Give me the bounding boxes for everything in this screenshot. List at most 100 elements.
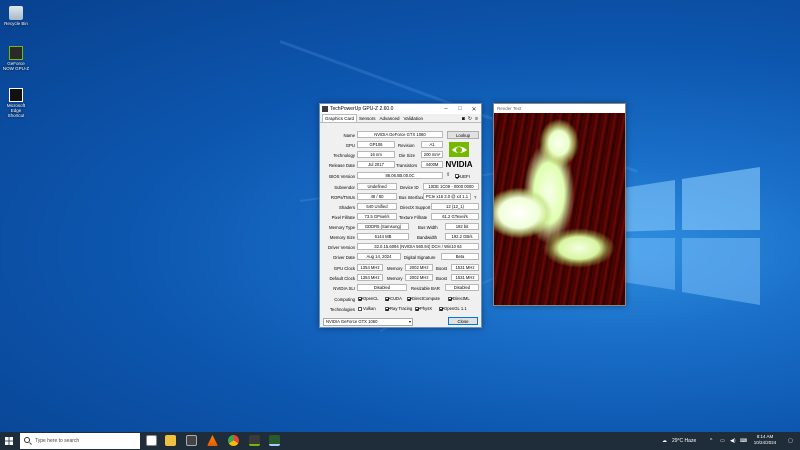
label-shaders: Shaders	[338, 204, 355, 210]
field-release: Jul 2017	[357, 161, 395, 168]
file-explorer-icon[interactable]	[165, 435, 176, 446]
row-sli: NVIDIA SLI Disabled Resizable BAR Disabl…	[323, 284, 480, 292]
label-transistors: Transistors	[396, 162, 418, 168]
lookup-button[interactable]: Lookup	[447, 131, 479, 139]
field-die-size: 200 mm²	[421, 151, 443, 158]
start-button[interactable]	[0, 432, 18, 450]
field-subvendor: Undefined	[357, 183, 397, 190]
selected-gpu: NVIDIA GeForce GTX 1060	[326, 319, 378, 324]
row-technologies: Technologies Vulkan Ray Tracing PhysX Op…	[323, 305, 480, 313]
gpuz-taskbar-icon[interactable]	[249, 435, 260, 446]
taskbar-search[interactable]: Type here to search	[20, 433, 140, 449]
checkbox-directml[interactable]: DirectML	[448, 296, 470, 301]
keyboard-icon[interactable]: ⌨	[740, 432, 747, 450]
uefi-checkbox[interactable]: UEFI	[455, 174, 470, 179]
label-texture-fillrate: Texture Fillrate	[399, 214, 428, 220]
tab-validation[interactable]: Validation	[402, 115, 425, 122]
field-sli: Disabled	[357, 284, 407, 291]
refresh-icon[interactable]: ↻	[468, 116, 472, 122]
label-name: Name	[343, 132, 355, 138]
maximize-icon[interactable]: □	[453, 106, 467, 112]
row-gpu-clock: GPU Clock 1354 MHz Memory 2002 MHz Boost…	[323, 264, 480, 272]
field-resizable-bar: Disabled	[445, 284, 479, 291]
chevron-down-icon: ▾	[408, 319, 411, 324]
row-memory-type: Memory Type GDDR5 (Samsung) Bus Width 19…	[323, 223, 480, 231]
label-bandwidth: Bandwidth	[417, 234, 438, 240]
field-transistors: 4400M	[421, 161, 443, 168]
row-memory-size: Memory Size 6144 MB Bandwidth 192.2 GB/s	[323, 233, 480, 241]
vlc-icon[interactable]	[207, 435, 218, 446]
task-view-icon[interactable]	[146, 435, 157, 446]
row-subvendor: Subvendor Undefined Device ID 10DE 1C09 …	[323, 183, 480, 191]
tray-chevron-icon[interactable]: ^	[710, 432, 712, 450]
tab-sensors[interactable]: Sensors	[357, 115, 378, 122]
field-directx: 12 (12_1)	[431, 203, 479, 210]
label-computing: Computing	[334, 296, 355, 302]
render-canvas	[494, 113, 625, 305]
share-icon[interactable]: ⇪	[446, 172, 450, 178]
label-gpu: GPU	[345, 142, 355, 148]
render-test-taskbar-icon[interactable]	[269, 435, 280, 446]
desktop-icon-label: GeForce NOW GPU-Z	[2, 61, 30, 71]
field-default-clock: 1354 MHz	[357, 274, 383, 281]
checkbox-physx[interactable]: PhysX	[415, 306, 432, 311]
uefi-label: UEFI	[460, 173, 470, 179]
render-test-window[interactable]: Render Test	[493, 103, 626, 306]
tab-advanced[interactable]: Advanced	[378, 115, 402, 122]
help-icon[interactable]: ?	[474, 195, 476, 200]
chrome-icon[interactable]	[228, 435, 239, 446]
network-icon[interactable]: ▭	[720, 432, 725, 450]
minimize-icon[interactable]: –	[439, 106, 453, 112]
taskbar: Type here to search ☁ 29°C Haze ^ ▭ ◀) ⌨…	[0, 432, 800, 450]
recycle-bin-icon	[9, 6, 23, 20]
camera-app-icon[interactable]	[186, 435, 197, 446]
label-directx: DirectX Support	[400, 204, 431, 210]
checkbox-directcompute[interactable]: DirectCompute	[407, 296, 440, 301]
label-memory-type: Memory Type	[329, 224, 355, 230]
checkbox-opencl[interactable]: OpenCL	[358, 296, 379, 301]
field-rops: 48 / 80	[357, 193, 397, 200]
notification-icon[interactable]: ▢	[788, 432, 793, 450]
desktop-icon-recycle-bin[interactable]: Recycle Bin	[2, 6, 30, 26]
close-icon[interactable]: ✕	[467, 106, 481, 113]
desktop-icon-geforce-now[interactable]: GeForce NOW GPU-Z	[2, 46, 30, 71]
row-driver-date: Driver Date Aug 14, 2024 Digital Signatu…	[323, 253, 480, 261]
label-memory-clock: Memory	[387, 265, 403, 271]
field-revision: A1	[421, 141, 443, 148]
label-bus-width: Bus Width	[418, 224, 438, 230]
label-resizable-bar: Resizable BAR	[411, 285, 440, 291]
field-device-id: 10DE 1C09 - 0000 0000	[423, 183, 479, 190]
label-rops: ROPs/TMUs	[330, 194, 355, 200]
row-fillrate: Pixel Fillrate 73.5 GPixel/s Texture Fil…	[323, 213, 480, 221]
field-shaders: 640 Unified	[357, 203, 397, 210]
checkbox-vulkan[interactable]: Vulkan	[358, 306, 376, 311]
checkbox-opengl[interactable]: OpenGL 1.1	[439, 306, 467, 311]
weather-text[interactable]: 29°C Haze	[672, 432, 696, 450]
gpuz-window[interactable]: TechPowerUp GPU-Z 2.60.0 – □ ✕ Graphics …	[319, 103, 482, 328]
search-placeholder: Type here to search	[35, 438, 80, 444]
field-memory-size: 6144 MB	[357, 233, 409, 240]
gpu-select-dropdown[interactable]: NVIDIA GeForce GTX 1060 ▾	[323, 318, 413, 326]
label-driver-version: Driver Version	[328, 244, 355, 250]
close-button[interactable]: Close	[448, 317, 478, 325]
nvidia-logo-icon: NVIDIA	[445, 142, 473, 169]
label-technologies: Technologies	[329, 306, 355, 312]
label-default-clock: Default Clock	[329, 275, 355, 281]
desktop-icon-edge[interactable]: Microsoft Edge Shortcut	[2, 88, 30, 118]
field-bios: 86.06.5B.00.0C	[357, 172, 443, 179]
search-icon	[24, 437, 30, 443]
checkbox-cuda[interactable]: CUDA	[385, 296, 402, 301]
camera-icon[interactable]: ◙	[462, 116, 465, 122]
gpuz-titlebar[interactable]: TechPowerUp GPU-Z 2.60.0 – □ ✕	[320, 104, 481, 114]
checkbox-ray-tracing[interactable]: Ray Tracing	[385, 306, 412, 311]
field-default-boost: 1531 MHz	[451, 274, 479, 281]
row-name: Name NVIDIA GeForce GTX 1060 Lookup	[323, 131, 480, 139]
tab-graphics-card[interactable]: Graphics Card	[322, 114, 358, 122]
clock[interactable]: 8:14 AM 10/24/2024	[748, 434, 782, 446]
menu-icon[interactable]: ≡	[475, 116, 478, 122]
weather-icon[interactable]: ☁	[662, 432, 667, 450]
label-revision: Revision	[398, 142, 415, 148]
row-shaders: Shaders 640 Unified DirectX Support 12 (…	[323, 203, 480, 211]
label-gpu-clock: GPU Clock	[333, 265, 355, 271]
volume-icon[interactable]: ◀)	[730, 432, 736, 450]
